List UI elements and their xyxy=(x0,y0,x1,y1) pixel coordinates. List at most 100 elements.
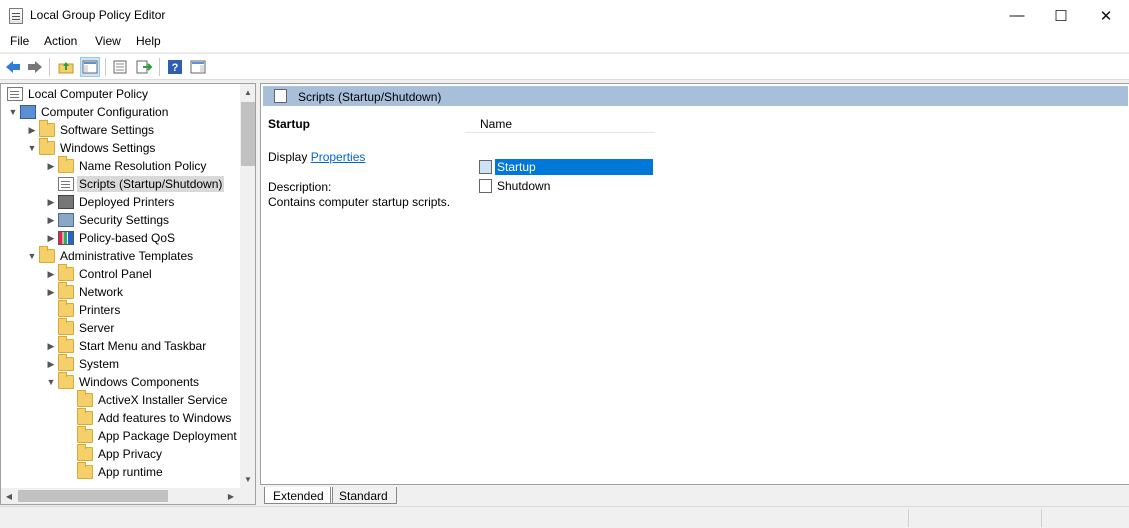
folder-icon xyxy=(58,282,74,299)
policy-icon xyxy=(7,87,23,101)
console-tree[interactable]: Local Computer Policy ▼ Computer Configur… xyxy=(0,83,256,505)
expand-arrow-icon[interactable]: ▶ xyxy=(44,229,58,247)
tree-item-printers[interactable]: Printers xyxy=(44,300,122,319)
show-hide-tree-icon xyxy=(82,60,98,74)
app-icon xyxy=(9,8,23,24)
forward-button[interactable] xyxy=(25,57,45,77)
scroll-left-icon[interactable]: ◀ xyxy=(1,488,17,504)
maximize-icon: ☐ xyxy=(1054,7,1068,25)
folder-icon xyxy=(39,120,55,137)
tree-item-windows-settings[interactable]: ▼ Windows Settings xyxy=(25,138,157,157)
scroll-right-icon[interactable]: ▶ xyxy=(223,488,239,504)
folder-icon xyxy=(77,426,93,443)
expand-arrow-icon[interactable]: ▶ xyxy=(44,157,58,175)
tree-item-computer-configuration[interactable]: ▼ Computer Configuration xyxy=(6,103,170,121)
menu-help[interactable]: Help xyxy=(136,34,161,48)
collapse-arrow-icon[interactable]: ▼ xyxy=(25,139,39,157)
tree-vertical-scrollbar[interactable]: ▲ ▼ xyxy=(240,84,255,488)
svg-text:?: ? xyxy=(172,62,179,74)
folder-icon xyxy=(39,246,55,263)
tab-standard[interactable]: Standard xyxy=(330,487,397,504)
folder-icon xyxy=(58,300,74,317)
tree-item-deployed-printers[interactable]: ▶ Deployed Printers xyxy=(44,193,176,211)
minimize-button[interactable]: — xyxy=(994,0,1040,31)
properties-icon xyxy=(113,60,127,74)
up-folder-icon xyxy=(58,62,74,74)
tree-item-app-package-deployment[interactable]: App Package Deployment xyxy=(63,426,239,445)
show-hide-tree-button[interactable] xyxy=(80,57,100,77)
export-list-icon xyxy=(136,60,152,74)
folder-icon xyxy=(58,156,74,173)
properties-button[interactable] xyxy=(110,57,130,77)
scrollbar-thumb[interactable] xyxy=(18,490,168,502)
tree-item-administrative-templates[interactable]: ▼ Administrative Templates xyxy=(25,246,195,265)
properties-link[interactable]: Properties xyxy=(311,150,366,164)
back-arrow-icon xyxy=(6,61,20,73)
list-item-shutdown[interactable]: Shutdown xyxy=(479,177,653,195)
expand-arrow-icon[interactable]: ▶ xyxy=(25,121,39,139)
tree-item-name-resolution-policy[interactable]: ▶ Name Resolution Policy xyxy=(44,156,208,175)
up-one-level-button[interactable] xyxy=(56,57,76,77)
status-separator xyxy=(908,509,909,527)
help-button[interactable]: ? xyxy=(165,57,185,77)
selected-item-title: Startup xyxy=(268,117,310,131)
tree-item-label: Start Menu and Taskbar xyxy=(79,339,207,353)
tree-item-start-menu-taskbar[interactable]: ▶ Start Menu and Taskbar xyxy=(44,336,208,355)
tree-item-scripts-startup-shutdown[interactable]: Scripts (Startup/Shutdown) xyxy=(44,175,225,193)
tab-extended[interactable]: Extended xyxy=(264,487,333,504)
tree-item-app-privacy[interactable]: App Privacy xyxy=(63,444,164,463)
script-icon xyxy=(479,179,492,193)
folder-icon xyxy=(58,372,74,389)
menu-action[interactable]: Action xyxy=(44,34,77,48)
folder-icon xyxy=(77,462,93,479)
tree-horizontal-scrollbar[interactable]: ◀ ▶ xyxy=(1,488,255,504)
tree-item-label: Network xyxy=(79,285,124,299)
back-button[interactable] xyxy=(3,57,23,77)
tree-item-software-settings[interactable]: ▶ Software Settings xyxy=(25,120,156,139)
menu-view[interactable]: View xyxy=(95,34,121,48)
expander xyxy=(63,409,77,427)
window-title: Local Group Policy Editor xyxy=(30,8,166,22)
tree-item-windows-components[interactable]: ▼ Windows Components xyxy=(44,372,201,391)
expand-arrow-icon[interactable]: ▶ xyxy=(44,265,58,283)
menu-file[interactable]: File xyxy=(10,34,29,48)
export-list-button[interactable] xyxy=(134,57,154,77)
tree-item-app-runtime[interactable]: App runtime xyxy=(63,462,165,481)
scrollbar-thumb[interactable] xyxy=(241,102,255,166)
tree-item-control-panel[interactable]: ▶ Control Panel xyxy=(44,264,154,283)
tree-item-system[interactable]: ▶ System xyxy=(44,354,121,373)
tree-item-label: Administrative Templates xyxy=(60,249,194,263)
expand-arrow-icon[interactable]: ▶ xyxy=(44,283,58,301)
details-header: Scripts (Startup/Shutdown) xyxy=(263,86,1128,106)
maximize-button[interactable]: ☐ xyxy=(1038,0,1084,31)
tree-item-policy-based-qos[interactable]: ▶ Policy-based QoS xyxy=(44,229,177,247)
scroll-up-icon[interactable]: ▲ xyxy=(240,84,255,101)
tree-item-network[interactable]: ▶ Network xyxy=(44,282,125,301)
printer-icon xyxy=(58,195,74,209)
expand-arrow-icon[interactable]: ▶ xyxy=(44,193,58,211)
description-label: Description: xyxy=(268,180,332,194)
folder-icon xyxy=(39,138,55,155)
expand-arrow-icon[interactable]: ▶ xyxy=(44,337,58,355)
script-icon xyxy=(58,177,74,191)
close-button[interactable]: ✕ xyxy=(1083,0,1129,31)
tree-item-security-settings[interactable]: ▶ Security Settings xyxy=(44,211,171,229)
tree-item-label: Security Settings xyxy=(79,213,170,227)
show-hide-action-pane-button[interactable] xyxy=(188,57,208,77)
expand-arrow-icon[interactable]: ▶ xyxy=(44,355,58,373)
list-item-startup[interactable]: Startup xyxy=(479,158,653,176)
list-column-header-name[interactable]: Name xyxy=(465,111,655,133)
menu-bar: File Action View Help xyxy=(0,31,1129,52)
scroll-down-icon[interactable]: ▼ xyxy=(240,471,255,488)
tree-item-add-features[interactable]: Add features to Windows xyxy=(63,408,233,427)
collapse-arrow-icon[interactable]: ▼ xyxy=(6,103,20,121)
script-icon xyxy=(479,160,492,174)
collapse-arrow-icon[interactable]: ▼ xyxy=(44,373,58,391)
tree-item-server[interactable]: Server xyxy=(44,318,116,337)
expand-arrow-icon[interactable]: ▶ xyxy=(44,211,58,229)
close-icon: ✕ xyxy=(1099,7,1113,25)
tree-item-local-computer-policy[interactable]: Local Computer Policy xyxy=(3,85,150,103)
tree-item-activex-installer-service[interactable]: ActiveX Installer Service xyxy=(63,390,229,409)
collapse-arrow-icon[interactable]: ▼ xyxy=(25,247,39,265)
list-item-label: Shutdown xyxy=(497,179,551,193)
